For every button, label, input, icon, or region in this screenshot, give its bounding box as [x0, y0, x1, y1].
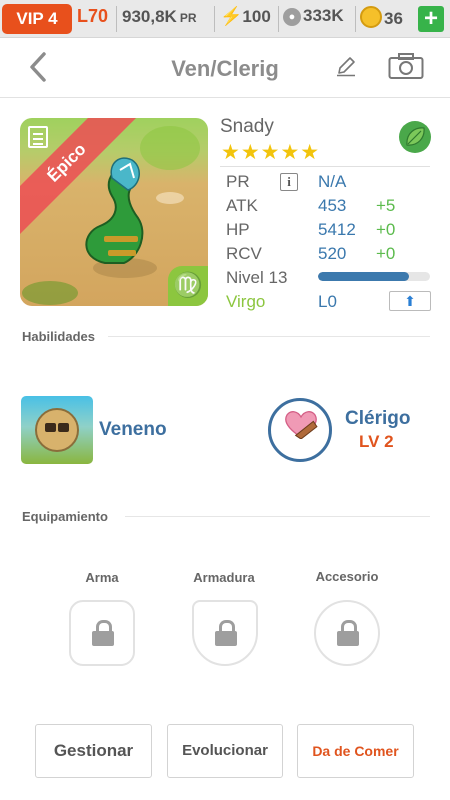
lock-icon	[215, 620, 237, 646]
equipment-section-title: Equipamiento	[22, 509, 108, 524]
level-label: Nivel 13	[226, 268, 288, 287]
feed-button[interactable]: Da de Comer	[297, 724, 414, 778]
evolve-button[interactable]: Evolucionar	[167, 724, 283, 778]
divider	[125, 516, 430, 517]
armor-label: Armadura	[193, 570, 255, 585]
stat-bonus-rcv: +0	[376, 244, 396, 263]
divider	[108, 336, 430, 337]
paw-icon: ●	[283, 8, 301, 26]
food-value: 333K	[303, 6, 344, 25]
monster-portrait[interactable]: Épico ♍	[20, 118, 208, 306]
upgrade-button[interactable]: ⬆	[389, 291, 431, 311]
lightning-icon: ⚡	[220, 6, 243, 26]
camera-icon[interactable]	[388, 52, 424, 80]
armor-slot[interactable]	[192, 600, 258, 666]
stat-label-atk: ATK	[226, 196, 258, 215]
heart-icon	[285, 411, 318, 439]
coin-icon	[360, 6, 382, 28]
header: Ven/Clerig	[0, 38, 450, 98]
skill-name-poison[interactable]: Veneno	[99, 419, 167, 441]
lock-icon	[92, 620, 114, 646]
power-value: 930,8K	[122, 7, 177, 26]
level-progress-bar	[318, 272, 430, 281]
accessory-label: Accesorio	[315, 569, 379, 584]
stat-bonus-hp: +0	[376, 220, 396, 239]
coin-value: 36	[384, 9, 403, 28]
skill-name-cleric: Clérigo	[345, 408, 411, 429]
coin-counter: 36	[360, 6, 403, 29]
pencil-icon[interactable]	[335, 55, 357, 77]
cleric-class-icon[interactable]	[268, 398, 332, 462]
stat-label-pr: PR	[226, 172, 250, 191]
info-icon[interactable]: i	[280, 173, 298, 191]
skull-icon	[35, 408, 79, 452]
skill-level: LV 2	[359, 432, 394, 451]
level-progress-fill	[318, 272, 409, 281]
food-counter: ● 333K	[283, 6, 344, 26]
power-counter: 930,8K PR	[122, 7, 197, 27]
energy-value: 100	[242, 7, 271, 26]
virgo-icon: ♍	[168, 266, 208, 306]
divider	[220, 166, 430, 167]
weapon-label: Arma	[85, 570, 119, 585]
stat-value-rcv: 520	[318, 244, 347, 263]
stat-bonus-atk: +5	[376, 196, 396, 215]
accessory-slot[interactable]	[314, 600, 380, 666]
stat-value-atk: 453	[318, 196, 347, 215]
zodiac-sign: Virgo	[226, 292, 266, 311]
poison-skill-icon[interactable]	[21, 396, 93, 464]
player-level: L70	[77, 6, 109, 26]
weapon-slot[interactable]	[69, 600, 135, 666]
add-coins-button[interactable]: +	[418, 6, 444, 32]
star-rating: ★★★★★	[221, 141, 321, 164]
skills-section-title: Habilidades	[22, 329, 95, 344]
divider	[278, 6, 279, 32]
energy-counter: ⚡100	[220, 6, 271, 27]
status-bar: VIP 4 L70 930,8K PR ⚡100 ● 333K 36 +	[0, 0, 450, 38]
manage-button[interactable]: Gestionar	[35, 724, 152, 778]
divider	[214, 6, 215, 32]
zodiac-level: L0	[318, 292, 337, 311]
divider	[116, 6, 117, 32]
vip-badge[interactable]: VIP 4	[2, 4, 72, 34]
leaf-element-icon	[399, 121, 431, 153]
lock-icon	[337, 620, 359, 646]
monster-name: Snady	[220, 116, 274, 137]
stat-value-hp: 5412	[318, 220, 356, 239]
page-title: Ven/Clerig	[171, 56, 279, 81]
divider	[355, 6, 356, 32]
power-unit: PR	[179, 11, 197, 25]
stat-value-pr: N/A	[318, 172, 347, 191]
stat-label-rcv: RCV	[226, 244, 262, 263]
document-icon[interactable]	[28, 126, 48, 148]
stat-label-hp: HP	[226, 220, 250, 239]
arrow-up-icon: ⬆	[404, 293, 416, 309]
